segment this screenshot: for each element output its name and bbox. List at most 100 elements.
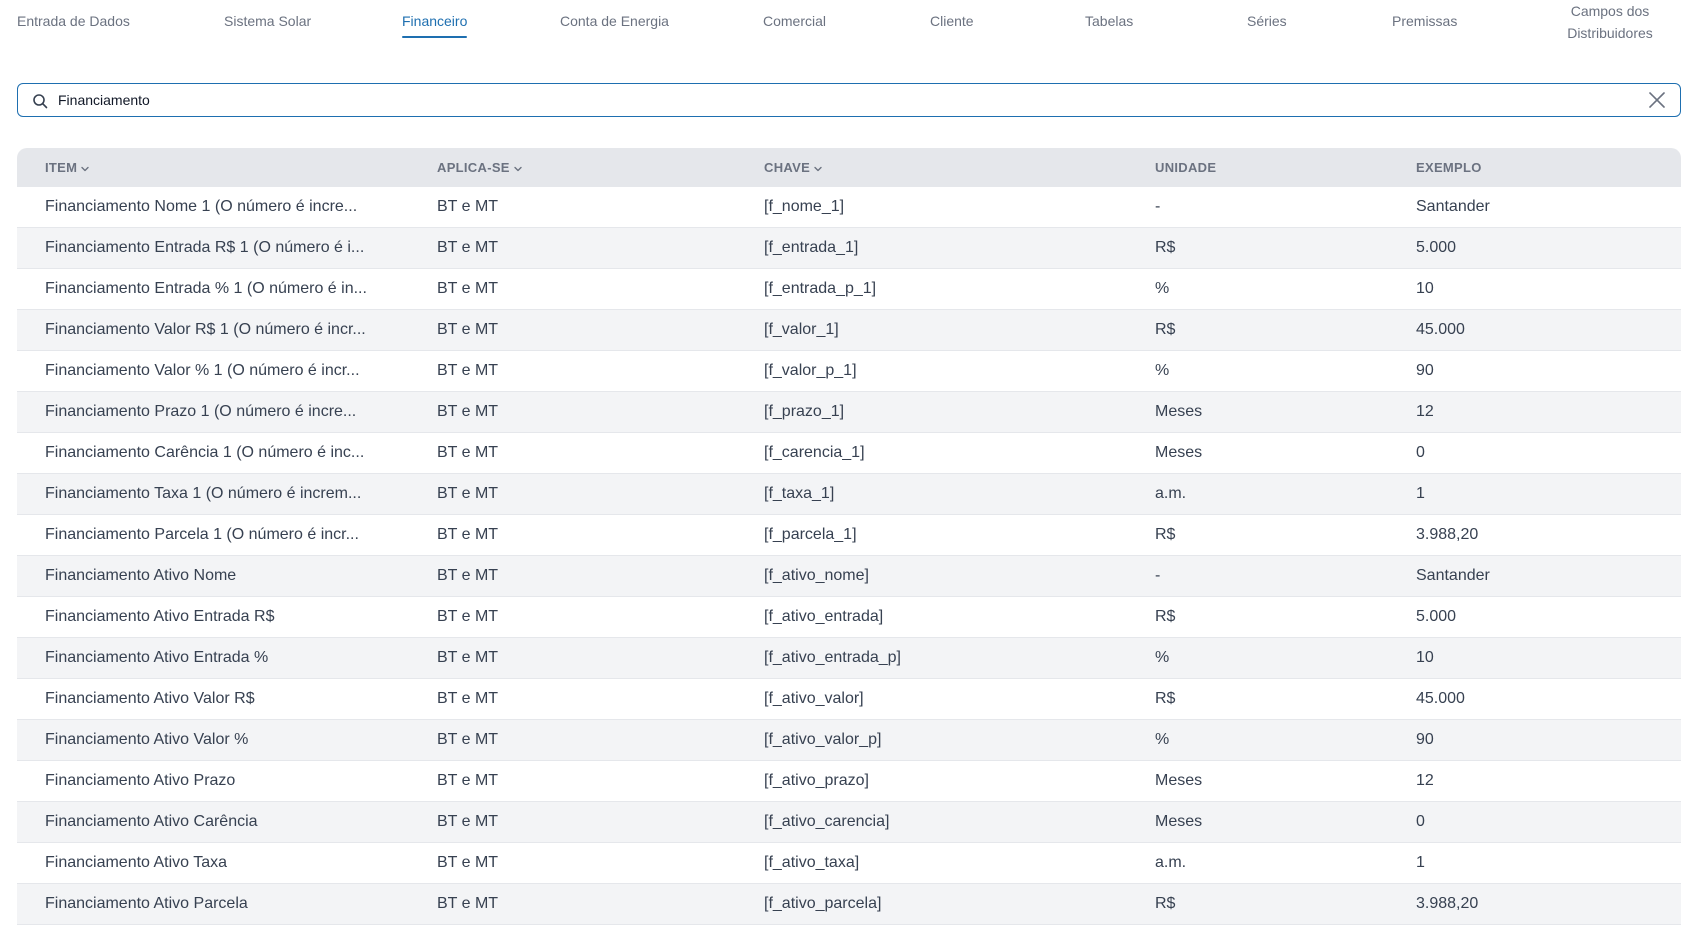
table-row[interactable]: Financiamento Parcela 1 (O número é incr… bbox=[17, 515, 1681, 556]
variables-table: ITEM APLICA-SE CHAVE UNIDADE EXEMPLO Fin… bbox=[17, 148, 1681, 925]
item-cell: Financiamento Carência 1 (O número é inc… bbox=[45, 444, 365, 461]
tab-sistema-solar[interactable]: Sistema Solar bbox=[224, 12, 311, 30]
column-header-aplica-se[interactable]: APLICA-SE bbox=[437, 148, 717, 187]
tab-cliente[interactable]: Cliente bbox=[930, 12, 974, 30]
unit-cell: R$ bbox=[1155, 690, 1176, 707]
chevron-down-icon bbox=[81, 166, 89, 171]
unit-cell: % bbox=[1155, 280, 1170, 297]
item-cell: Financiamento Ativo Entrada % bbox=[45, 649, 269, 666]
tab-series[interactable]: Séries bbox=[1247, 12, 1287, 30]
applies-to-cell: BT e MT bbox=[437, 690, 499, 707]
tab-comercial[interactable]: Comercial bbox=[763, 12, 826, 30]
example-cell: 10 bbox=[1416, 649, 1434, 666]
table-row[interactable]: Financiamento Ativo Carência BT e MT [f_at… bbox=[17, 802, 1681, 843]
item-cell: Financiamento Entrada % 1 (O número é in… bbox=[45, 280, 367, 297]
column-header-chave[interactable]: CHAVE bbox=[764, 148, 1114, 187]
column-header-exemplo: EXEMPLO bbox=[1416, 148, 1666, 187]
unit-cell: R$ bbox=[1155, 608, 1176, 625]
table-row[interactable]: Financiamento Ativo Parcela BT e MT [f_ati… bbox=[17, 884, 1681, 925]
chevron-down-icon bbox=[514, 166, 522, 171]
example-cell: 45.000 bbox=[1416, 690, 1465, 707]
example-cell: 12 bbox=[1416, 403, 1434, 420]
unit-cell: Meses bbox=[1155, 444, 1203, 461]
tab-financeiro[interactable]: Financeiro bbox=[402, 12, 468, 38]
unit-cell: % bbox=[1155, 731, 1170, 748]
example-cell: Santander bbox=[1416, 198, 1490, 215]
unit-cell: a.m. bbox=[1155, 854, 1187, 871]
table-row[interactable]: Financiamento Ativo Entrada % BT e MT [f_a… bbox=[17, 638, 1681, 679]
table-row[interactable]: Financiamento Carência 1 (O número é inc… bbox=[17, 433, 1681, 474]
applies-to-cell: BT e MT bbox=[437, 813, 499, 830]
applies-to-cell: BT e MT bbox=[437, 731, 499, 748]
key-cell: [f_carencia_1] bbox=[764, 444, 865, 461]
table-row[interactable]: Financiamento Ativo Valor R$ BT e MT [f_at… bbox=[17, 679, 1681, 720]
unit-cell: R$ bbox=[1155, 321, 1176, 338]
table-row[interactable]: Financiamento Entrada R$ 1 (O número é i… bbox=[17, 228, 1681, 269]
example-cell: 90 bbox=[1416, 731, 1434, 748]
unit-cell: R$ bbox=[1155, 526, 1176, 543]
key-cell: [f_ativo_entrada] bbox=[764, 608, 884, 625]
search-box bbox=[17, 83, 1681, 117]
applies-to-cell: BT e MT bbox=[437, 321, 499, 338]
search-input[interactable] bbox=[58, 88, 1618, 112]
unit-cell: R$ bbox=[1155, 239, 1176, 256]
example-cell: 45.000 bbox=[1416, 321, 1465, 338]
key-cell: [f_ativo_carencia] bbox=[764, 813, 890, 830]
column-header-item[interactable]: ITEM bbox=[45, 148, 400, 187]
close-icon[interactable] bbox=[1648, 91, 1666, 109]
table-row[interactable]: Financiamento Taxa 1 (O número é increm.… bbox=[17, 474, 1681, 515]
key-cell: [f_prazo_1] bbox=[764, 403, 845, 420]
column-header-label: CHAVE bbox=[764, 160, 811, 175]
table-row[interactable]: Financiamento Prazo 1 (O número é incre.… bbox=[17, 392, 1681, 433]
table-row[interactable]: Financiamento Ativo Nome BT e MT [f_ativo_… bbox=[17, 556, 1681, 597]
item-cell: Financiamento Ativo Nome bbox=[45, 567, 237, 584]
applies-to-cell: BT e MT bbox=[437, 567, 499, 584]
unit-cell: - bbox=[1155, 567, 1161, 584]
item-cell: Financiamento Taxa 1 (O número é increm.… bbox=[45, 485, 362, 502]
applies-to-cell: BT e MT bbox=[437, 649, 499, 666]
table-row[interactable]: Financiamento Nome 1 (O número é incre..… bbox=[17, 187, 1681, 228]
table-row[interactable]: Financiamento Valor R$ 1 (O número é inc… bbox=[17, 310, 1681, 351]
example-cell: 0 bbox=[1416, 813, 1425, 830]
key-cell: [f_entrada_p_1] bbox=[764, 280, 877, 297]
table-row[interactable]: Financiamento Ativo Valor % BT e MT [f_ati… bbox=[17, 720, 1681, 761]
table-row[interactable]: Financiamento Valor % 1 (O número é incr… bbox=[17, 351, 1681, 392]
key-cell: [f_taxa_1] bbox=[764, 485, 835, 502]
table-row[interactable]: Financiamento Ativo Taxa BT e MT [f_ativo_… bbox=[17, 843, 1681, 884]
item-cell: Financiamento Ativo Prazo bbox=[45, 772, 236, 789]
item-cell: Financiamento Nome 1 (O número é incre..… bbox=[45, 198, 358, 215]
item-cell: Financiamento Ativo Taxa bbox=[45, 854, 228, 871]
table-row[interactable]: Financiamento Entrada % 1 (O número é in… bbox=[17, 269, 1681, 310]
key-cell: [f_parcela_1] bbox=[764, 526, 857, 543]
column-header-label: ITEM bbox=[45, 160, 78, 175]
key-cell: [f_entrada_1] bbox=[764, 239, 859, 256]
applies-to-cell: BT e MT bbox=[437, 854, 499, 871]
tab-conta-de-energia[interactable]: Conta de Energia bbox=[560, 12, 669, 30]
example-cell: 5.000 bbox=[1416, 239, 1457, 256]
tab-campos-dos-distribuidores[interactable]: Campos dos Distribuidores bbox=[1555, 0, 1665, 44]
tab-premissas[interactable]: Premissas bbox=[1392, 12, 1457, 30]
table-row[interactable]: Financiamento Ativo Prazo BT e MT [f_ativo… bbox=[17, 761, 1681, 802]
applies-to-cell: BT e MT bbox=[437, 526, 499, 543]
table-header: ITEM APLICA-SE CHAVE UNIDADE EXEMPLO bbox=[17, 148, 1681, 187]
applies-to-cell: BT e MT bbox=[437, 772, 499, 789]
table-row[interactable]: Financiamento Ativo Entrada R$ BT e MT [f_… bbox=[17, 597, 1681, 638]
unit-cell: % bbox=[1155, 649, 1170, 666]
item-cell: Financiamento Ativo Parcela bbox=[45, 895, 248, 912]
tab-entrada-de-dados[interactable]: Entrada de Dados bbox=[17, 12, 130, 30]
item-cell: Financiamento Prazo 1 (O número é incre.… bbox=[45, 403, 357, 420]
item-cell: Financiamento Valor R$ 1 (O número é inc… bbox=[45, 321, 366, 338]
key-cell: [f_nome_1] bbox=[764, 198, 845, 215]
example-cell: 5.000 bbox=[1416, 608, 1457, 625]
chevron-down-icon bbox=[814, 166, 822, 171]
unit-cell: % bbox=[1155, 362, 1170, 379]
item-cell: Financiamento Ativo Valor R$ bbox=[45, 690, 255, 707]
key-cell: [f_ativo_entrada_p] bbox=[764, 649, 901, 666]
tab-tabelas[interactable]: Tabelas bbox=[1085, 12, 1133, 30]
key-cell: [f_ativo_prazo] bbox=[764, 772, 869, 789]
table-body: Financiamento Nome 1 (O número é incre..… bbox=[17, 187, 1681, 925]
example-cell: 90 bbox=[1416, 362, 1434, 379]
unit-cell: R$ bbox=[1155, 895, 1176, 912]
applies-to-cell: BT e MT bbox=[437, 895, 499, 912]
unit-cell: a.m. bbox=[1155, 485, 1187, 502]
